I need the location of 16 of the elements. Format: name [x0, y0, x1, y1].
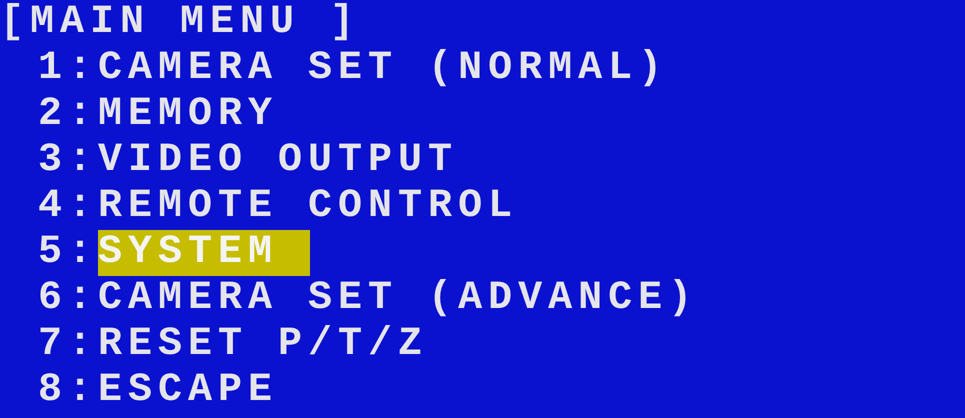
menu-item[interactable]: CAMERA SET (NORMAL): [98, 46, 668, 92]
item-number: 5:: [38, 230, 98, 276]
item-number: 2:: [38, 92, 98, 138]
menu-item[interactable]: REMOTE CONTROL: [98, 184, 518, 230]
item-number: 1:: [38, 46, 98, 92]
menu-item[interactable]: ESCAPE: [98, 368, 278, 414]
menu-title: [MAIN MENU ]: [0, 0, 360, 46]
menu-item[interactable]: MEMORY: [98, 92, 278, 138]
item-number: 8:: [38, 368, 98, 414]
menu-item[interactable]: VIDEO OUTPUT: [98, 138, 458, 184]
menu-item[interactable]: CAMERA SET (ADVANCE): [98, 276, 698, 322]
menu-item[interactable]: RESET P/T/Z: [98, 322, 428, 368]
item-number: 7:: [38, 322, 98, 368]
item-number: 3:: [38, 138, 98, 184]
item-number: 6:: [38, 276, 98, 322]
item-number: 4:: [38, 184, 98, 230]
